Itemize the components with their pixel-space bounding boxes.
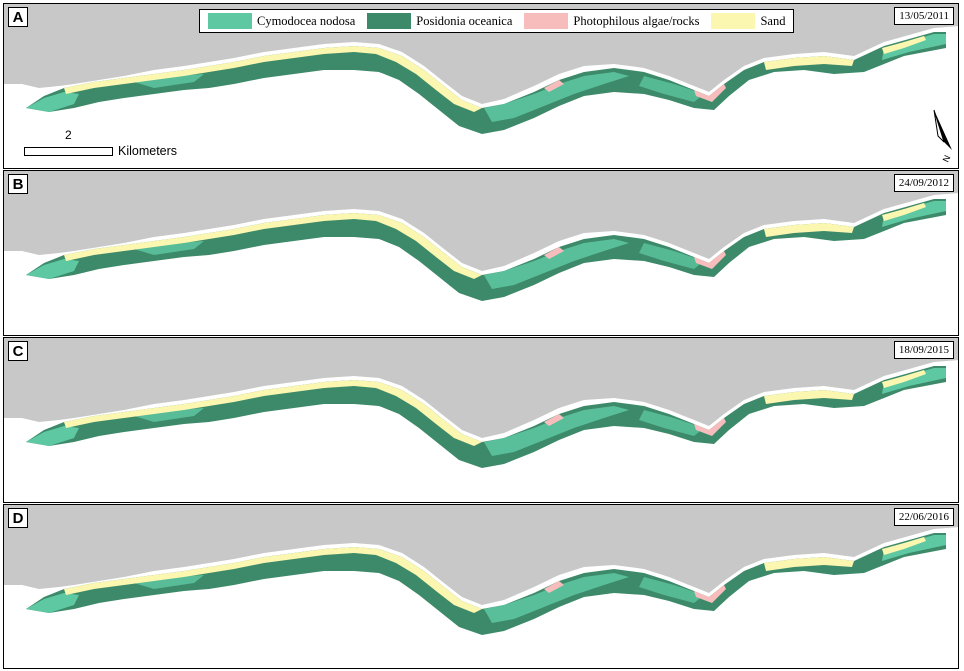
north-arrow-icon: N: [933, 109, 953, 164]
scale-bar-unit: Kilometers: [118, 144, 178, 158]
date-label: 13/05/2011: [894, 7, 954, 25]
date-label: 24/09/2012: [893, 174, 954, 192]
panel-letter: B: [8, 174, 28, 194]
legend-label: Posidonia oceanica: [416, 13, 513, 28]
legend-label: Photophilous algae/rocks: [573, 13, 700, 28]
map-canvas-d: [4, 505, 958, 635]
legend-label: Cymodocea nodosa: [257, 13, 356, 28]
map-panel-d: D 22/06/2016: [3, 504, 959, 669]
map-panel-b: B 24/09/2012: [3, 170, 959, 336]
date-label: 22/06/2016: [893, 508, 954, 526]
legend-item-posidonia: Posidonia oceanica: [367, 13, 512, 29]
legend-item-sand: Sand: [711, 13, 785, 29]
map-canvas-c: [4, 338, 958, 468]
scale-bar-value: 2: [65, 128, 72, 142]
legend-swatch: [367, 13, 412, 29]
legend-label: Sand: [760, 13, 786, 28]
legend-swatch: [711, 13, 756, 29]
date-label: 18/09/2015: [893, 341, 954, 359]
legend-item-cymodocea: Cymodocea nodosa: [208, 13, 355, 29]
panel-letter: C: [8, 341, 28, 361]
north-label: N: [941, 154, 953, 164]
map-panel-a: A 13/05/2011 Cymodocea nodosa Posidonia …: [3, 3, 959, 169]
map-legend: Cymodocea nodosa Posidonia oceanica Phot…: [199, 9, 795, 33]
scale-bar-rect: [24, 147, 113, 156]
map-canvas-b: [4, 171, 958, 301]
panel-letter: A: [8, 7, 28, 27]
map-panel-c: C 18/09/2015: [3, 337, 959, 503]
panel-letter: D: [8, 508, 28, 528]
legend-item-algae: Photophilous algae/rocks: [524, 13, 699, 29]
legend-swatch: [208, 13, 252, 29]
legend-swatch: [524, 13, 569, 29]
